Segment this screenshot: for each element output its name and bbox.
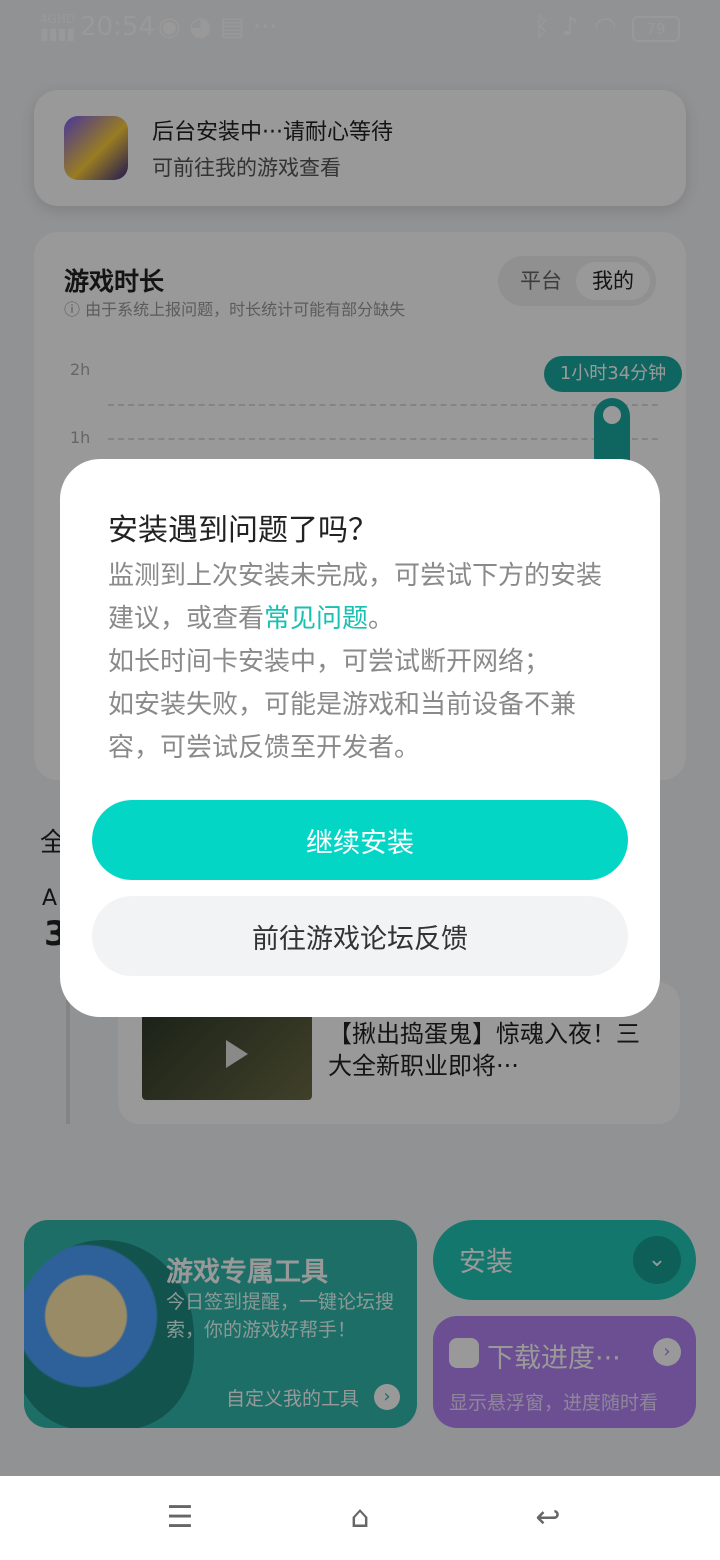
menu-icon[interactable]: ☰ bbox=[160, 1500, 200, 1536]
faq-link[interactable]: 常见问题 bbox=[264, 604, 368, 634]
dialog-body: 监测到上次安装未完成，可尝试下方的安装建议，或查看常见问题。 如长时间卡安装中，… bbox=[108, 555, 618, 770]
dialog-body-punct: 。 bbox=[368, 604, 395, 634]
back-icon[interactable]: ↩ bbox=[528, 1500, 568, 1536]
dialog-tip-network: 如长时间卡安装中，可尝试断开网络； bbox=[108, 647, 551, 677]
dialog-tip-compat: 如安装失败，可能是游戏和当前设备不兼容，可尝试反馈至开发者。 bbox=[108, 690, 577, 763]
forum-feedback-button[interactable]: 前往游戏论坛反馈 bbox=[92, 896, 628, 976]
install-problem-dialog: 安装遇到问题了吗？ 监测到上次安装未完成，可尝试下方的安装建议，或查看常见问题。… bbox=[60, 459, 660, 1017]
home-icon[interactable]: ⌂ bbox=[340, 1500, 380, 1536]
continue-install-button[interactable]: 继续安装 bbox=[92, 800, 628, 880]
system-nav-bar: ☰ ⌂ ↩ bbox=[0, 1476, 720, 1560]
dialog-title: 安装遇到问题了吗？ bbox=[108, 513, 378, 548]
